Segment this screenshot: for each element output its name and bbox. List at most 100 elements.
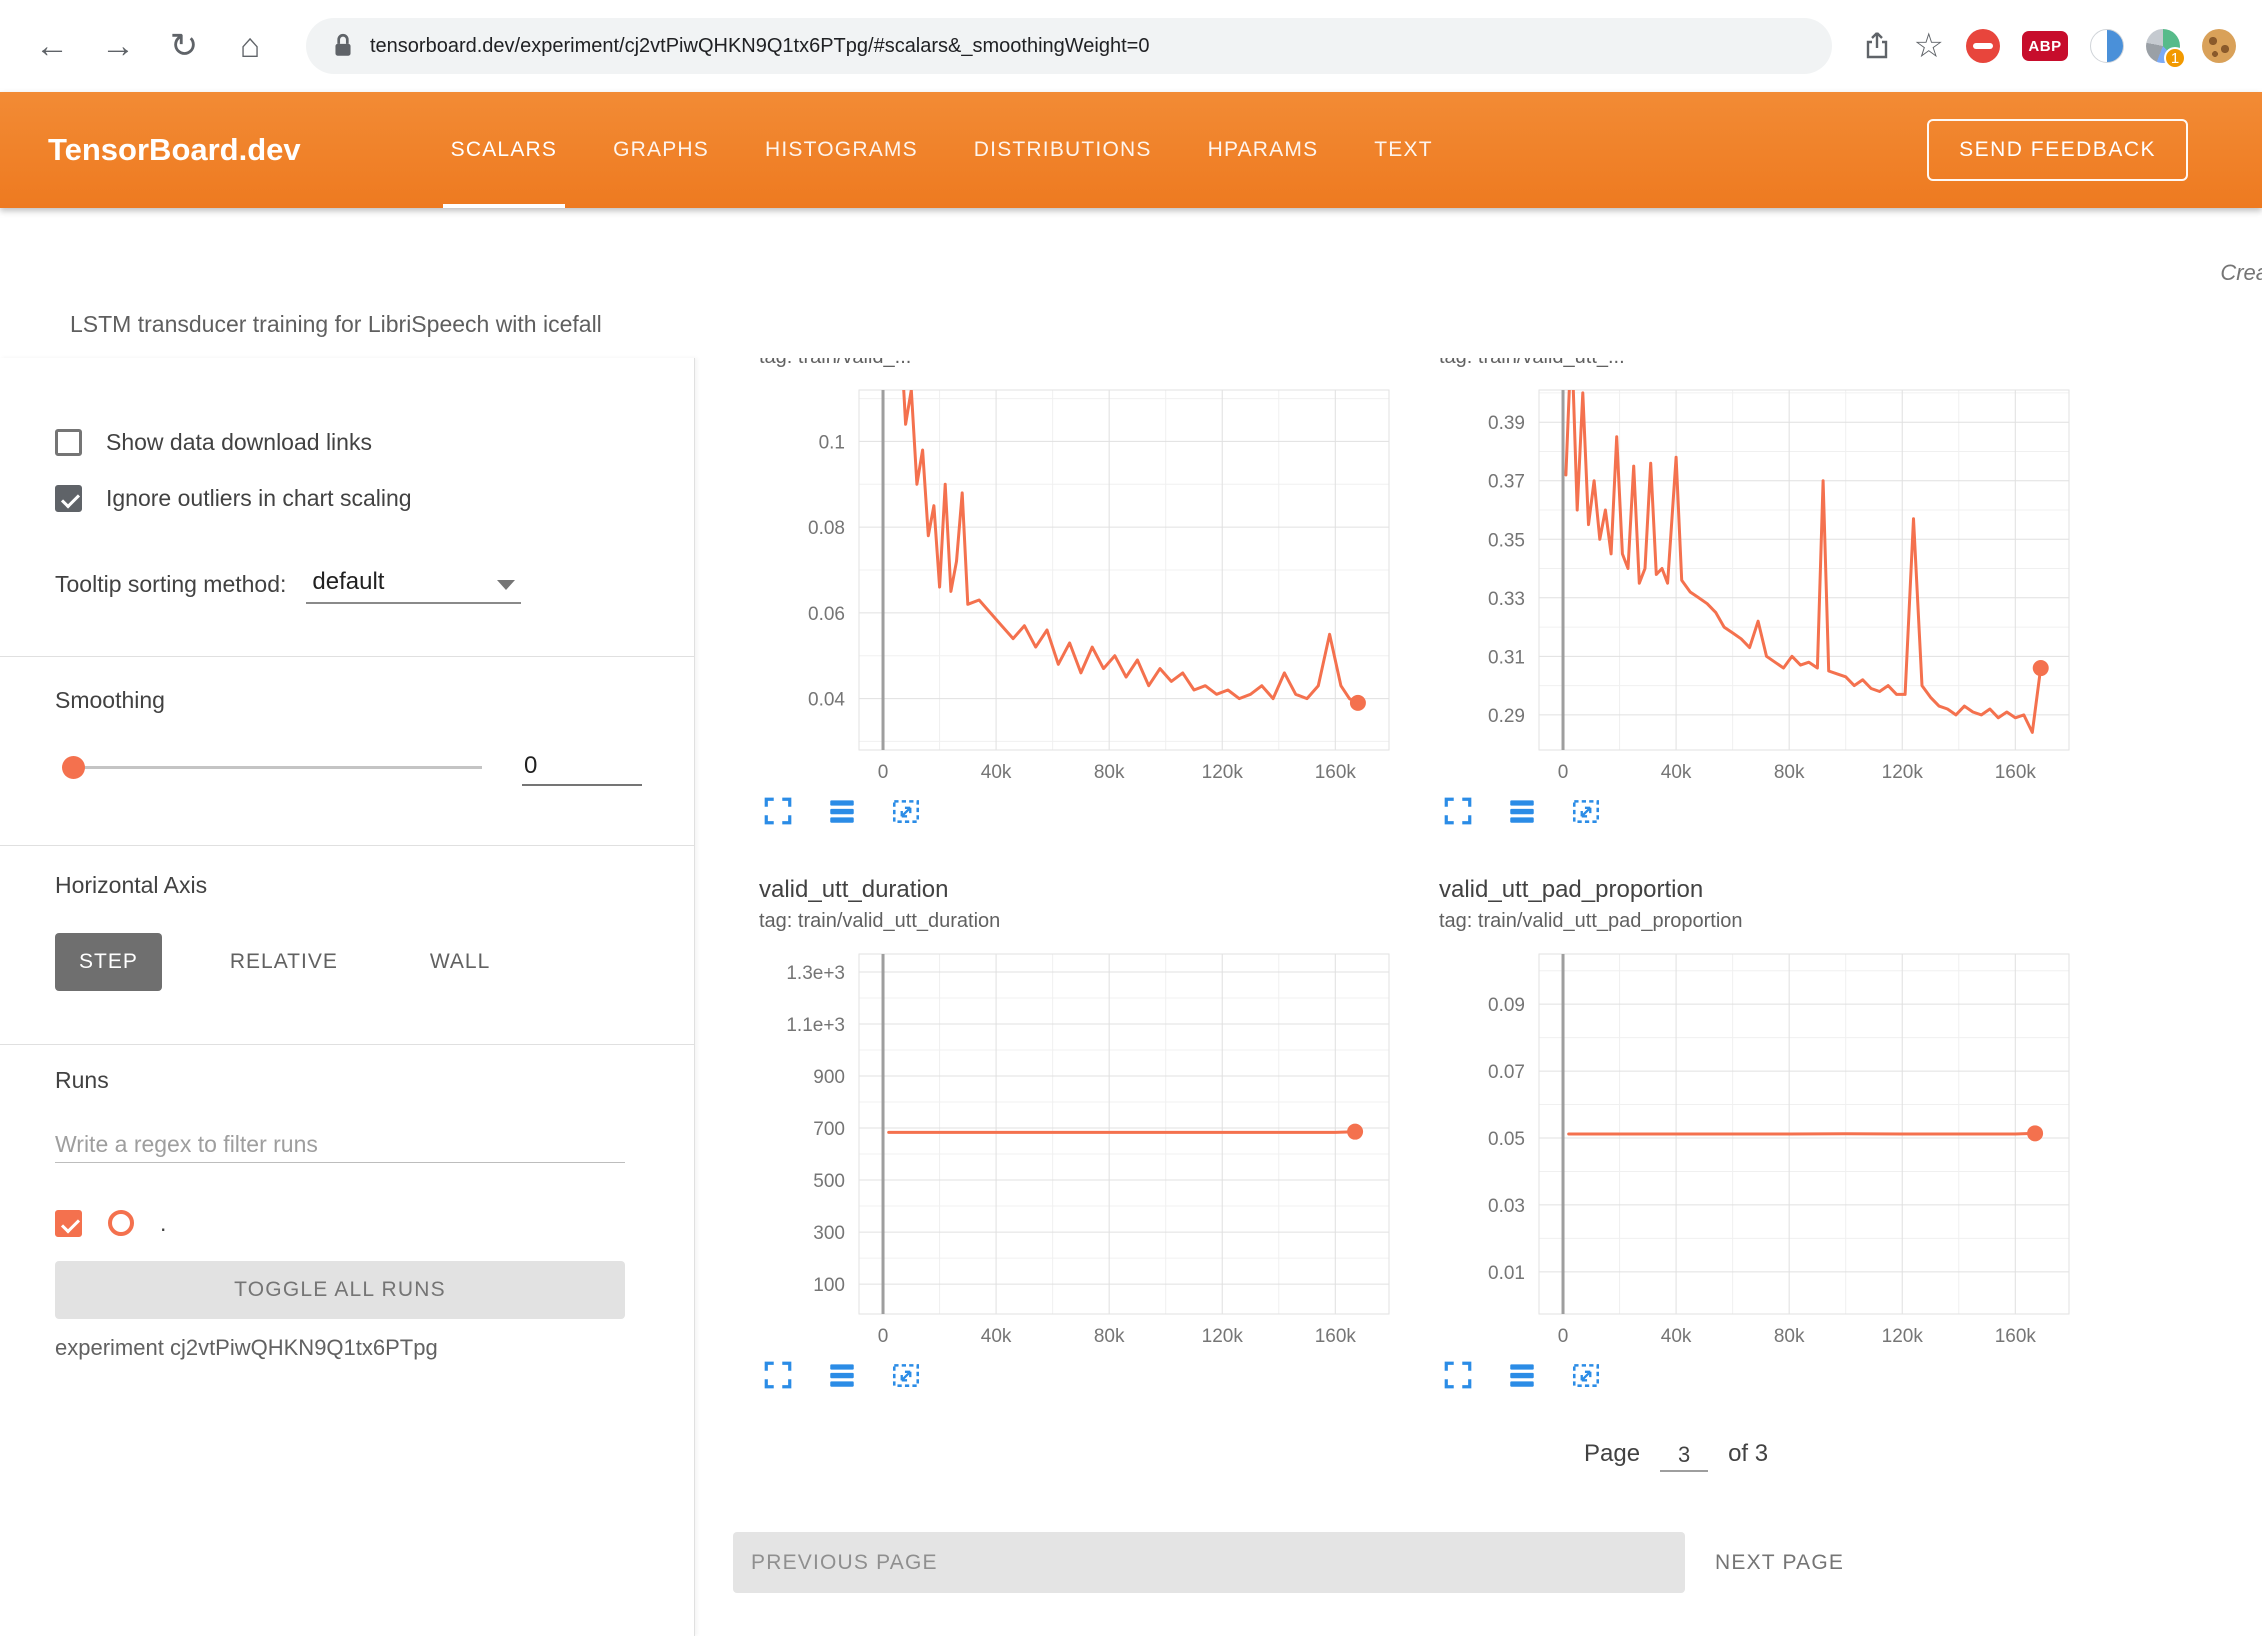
tooltip-sorting-label: Tooltip sorting method: (55, 571, 286, 604)
pager-buttons: PREVIOUS PAGE NEXT PAGE (695, 1532, 2262, 1593)
chart-tag: tag: train/valid_... (759, 358, 1404, 372)
cookie-extension-icon[interactable] (2202, 29, 2236, 63)
line-chart[interactable]: 0.290.310.330.350.370.39040k80k120k160k (1439, 385, 2084, 785)
home-icon[interactable]: ⌂ (224, 27, 276, 66)
toggle-all-runs-button[interactable]: TOGGLE ALL RUNS (55, 1261, 625, 1319)
address-bar[interactable]: tensorboard.dev/experiment/cj2vtPiwQHKN9… (306, 18, 1832, 74)
svg-text:40k: 40k (1661, 1326, 1692, 1347)
abp-extension-icon[interactable]: ABP (2022, 31, 2068, 61)
line-chart[interactable]: 1003005007009001.1e+31.3e+3040k80k120k16… (759, 949, 1404, 1349)
svg-text:40k: 40k (1661, 762, 1692, 783)
svg-text:0.03: 0.03 (1488, 1196, 1525, 1217)
chart-actions (759, 793, 1404, 831)
smoothing-label: Smoothing (55, 687, 694, 717)
run-visibility-checkbox[interactable] (55, 1210, 82, 1237)
tab-text[interactable]: TEXT (1374, 92, 1432, 208)
page-of-label: of 3 (1728, 1440, 1768, 1472)
experiment-description: LSTM transducer training for LibriSpeech… (70, 311, 602, 338)
show-download-links-checkbox[interactable] (55, 429, 82, 456)
chart-card-valid-utt-duration: valid_utt_duration tag: train/valid_utt_… (759, 876, 1404, 1395)
tooltip-sorting-select[interactable]: default (306, 568, 521, 604)
previous-page-button[interactable]: PREVIOUS PAGE (733, 1532, 1685, 1593)
svg-text:0.1: 0.1 (819, 432, 845, 453)
runs-selector-icon[interactable] (1503, 793, 1541, 831)
forward-icon[interactable]: → (92, 27, 144, 66)
blue-extension-icon[interactable] (2090, 29, 2124, 63)
content-row: Show data download links Ignore outliers… (0, 358, 2262, 1636)
fit-domain-icon[interactable] (887, 1357, 925, 1395)
charts-grid: tag: train/valid_... 0.040.060.080.1040k… (759, 358, 2262, 1395)
ignore-outliers-row[interactable]: Ignore outliers in chart scaling (55, 478, 694, 518)
smoothing-slider[interactable] (62, 747, 482, 787)
profile-avatar[interactable]: 1 (2146, 29, 2180, 63)
expand-chart-icon[interactable] (759, 1357, 797, 1395)
fit-domain-icon[interactable] (887, 793, 925, 831)
fit-domain-icon[interactable] (1567, 1357, 1605, 1395)
svg-text:120k: 120k (1882, 1326, 1924, 1347)
svg-text:0.06: 0.06 (808, 604, 845, 625)
divider (0, 1044, 694, 1045)
tab-distributions[interactable]: DISTRIBUTIONS (974, 92, 1152, 208)
page-label: Page (1584, 1440, 1640, 1472)
page-number-input[interactable] (1660, 1440, 1708, 1472)
svg-text:0.31: 0.31 (1488, 647, 1525, 668)
url-text: tensorboard.dev/experiment/cj2vtPiwQHKN9… (370, 35, 1149, 58)
main-nav: SCALARS GRAPHS HISTOGRAMS DISTRIBUTIONS … (451, 92, 1433, 208)
pagination: Page of 3 (1584, 1440, 2262, 1472)
tab-scalars[interactable]: SCALARS (451, 92, 557, 208)
slider-thumb[interactable] (62, 756, 85, 779)
experiment-subheader: Crea LSTM transducer training for LibriS… (0, 208, 2262, 358)
svg-text:160k: 160k (1315, 762, 1357, 783)
chart-tag: tag: train/valid_utt_pad_proportion (1439, 910, 2084, 936)
svg-text:80k: 80k (1774, 762, 1805, 783)
smoothing-row (62, 747, 694, 787)
step-axis-button[interactable]: STEP (55, 933, 162, 991)
ignore-outliers-label: Ignore outliers in chart scaling (106, 485, 412, 512)
expand-chart-icon[interactable] (1439, 793, 1477, 831)
svg-text:0.37: 0.37 (1488, 472, 1525, 493)
bookmark-star-icon[interactable]: ☆ (1914, 26, 1944, 66)
experiment-id-text: experiment cj2vtPiwQHKN9Q1tx6PTpg (55, 1335, 694, 1361)
wall-axis-button[interactable]: WALL (406, 933, 514, 991)
svg-text:0: 0 (1558, 762, 1569, 783)
tab-hparams[interactable]: HPARAMS (1208, 92, 1319, 208)
chart-card-valid-utt-pad-proportion: valid_utt_pad_proportion tag: train/vali… (1439, 876, 2084, 1395)
svg-text:0.08: 0.08 (808, 518, 845, 539)
runs-filter-input[interactable] (55, 1127, 625, 1163)
tensorboard-logo[interactable]: TensorBoard.dev (48, 132, 301, 168)
back-icon[interactable]: ← (26, 27, 78, 66)
next-page-button[interactable]: NEXT PAGE (1715, 1551, 1844, 1575)
adblock-extension-icon[interactable] (1966, 29, 2000, 63)
expand-chart-icon[interactable] (1439, 1357, 1477, 1395)
svg-text:0.09: 0.09 (1488, 995, 1525, 1016)
svg-text:80k: 80k (1774, 1326, 1805, 1347)
svg-text:0.01: 0.01 (1488, 1263, 1525, 1284)
runs-selector-icon[interactable] (823, 1357, 861, 1395)
svg-text:80k: 80k (1094, 1326, 1125, 1347)
app-header: TensorBoard.dev SCALARS GRAPHS HISTOGRAM… (0, 92, 2262, 208)
send-feedback-button[interactable]: SEND FEEDBACK (1927, 119, 2188, 181)
svg-text:120k: 120k (1202, 762, 1244, 783)
reload-icon[interactable]: ↻ (158, 26, 210, 66)
relative-axis-button[interactable]: RELATIVE (206, 933, 362, 991)
smoothing-value-input[interactable] (522, 748, 642, 786)
line-chart[interactable]: 0.010.030.050.070.09040k80k120k160k (1439, 949, 2084, 1349)
svg-text:160k: 160k (1995, 1326, 2037, 1347)
ignore-outliers-checkbox[interactable] (55, 485, 82, 512)
share-icon[interactable] (1862, 30, 1892, 62)
show-download-links-row[interactable]: Show data download links (55, 422, 694, 462)
tab-graphs[interactable]: GRAPHS (613, 92, 709, 208)
runs-selector-icon[interactable] (823, 793, 861, 831)
svg-text:0.29: 0.29 (1488, 706, 1525, 727)
divider (0, 656, 694, 657)
svg-text:120k: 120k (1202, 1326, 1244, 1347)
chart-tag: tag: train/valid_utt_... (1439, 358, 2084, 372)
svg-text:0: 0 (878, 762, 889, 783)
tab-histograms[interactable]: HISTOGRAMS (765, 92, 918, 208)
runs-selector-icon[interactable] (1503, 1357, 1541, 1395)
expand-chart-icon[interactable] (759, 793, 797, 831)
tooltip-sorting-value: default (312, 568, 384, 596)
line-chart[interactable]: 0.040.060.080.1040k80k120k160k (759, 385, 1404, 785)
fit-domain-icon[interactable] (1567, 793, 1605, 831)
slider-track[interactable] (74, 766, 482, 769)
